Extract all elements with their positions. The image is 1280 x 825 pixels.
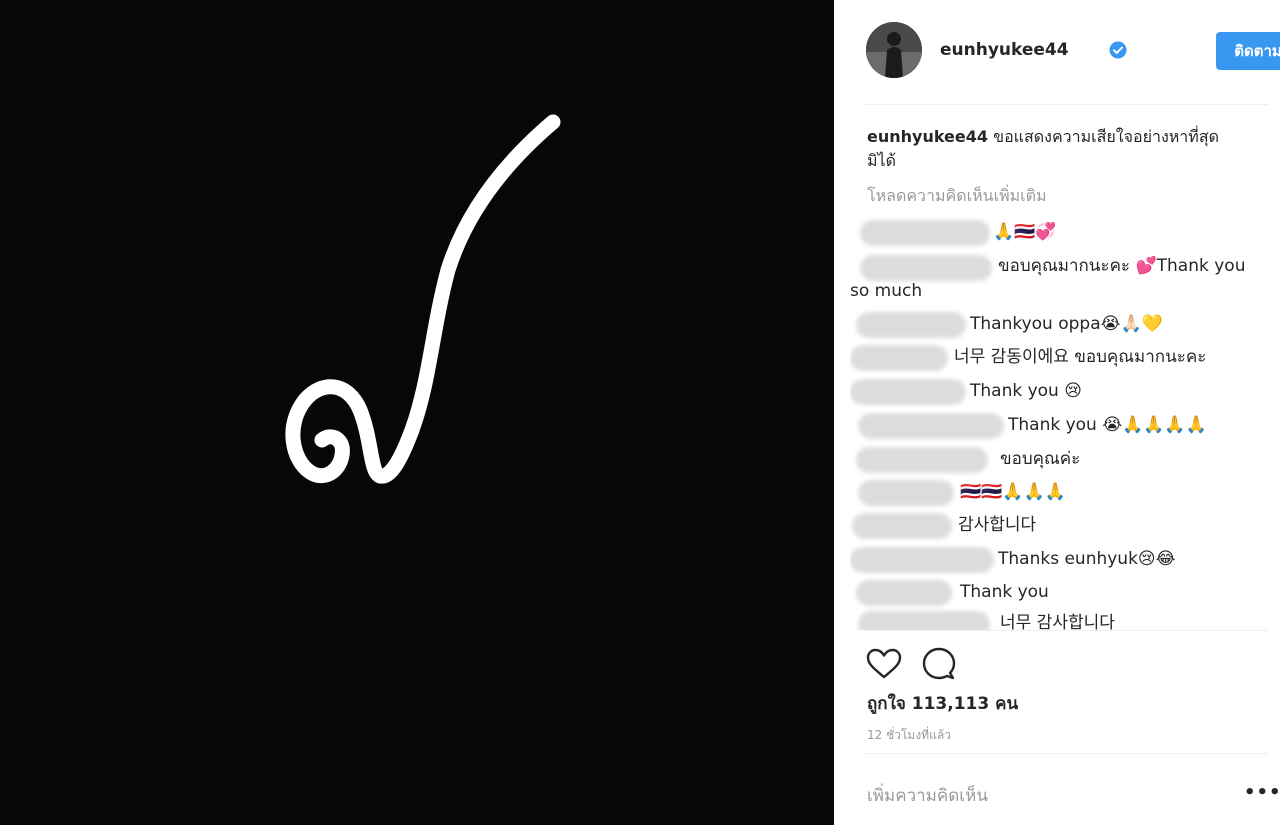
verified-badge-icon <box>1109 41 1127 59</box>
blurred-commenter-name <box>850 345 948 371</box>
heart-icon[interactable] <box>866 648 902 680</box>
likes-count[interactable]: ถูกใจ 113,113 คน <box>867 690 1018 717</box>
comment-icon[interactable] <box>922 647 956 681</box>
post-timestamp[interactable]: 12 ชั่วโมงที่แล้ว <box>867 726 951 745</box>
blurred-commenter-name <box>856 580 952 606</box>
comment-text: Thankyou oppa😭🙏🏻💛 <box>970 314 1163 334</box>
action-bar <box>866 646 986 680</box>
comment-text: ขอบคุณมากนะคะ 💕Thank you so much <box>850 256 1246 301</box>
avatar[interactable] <box>866 22 922 78</box>
comments-divider <box>866 630 1268 631</box>
comment-text: Thank you <box>960 582 1049 602</box>
add-comment-input[interactable]: เพิ่มความคิดเห็น <box>867 782 988 809</box>
blurred-commenter-name <box>850 379 966 405</box>
post-sidebar: eunhyukee44 ติดตาม eunhyukee44 ขอแสดงควา… <box>834 0 1280 825</box>
blurred-commenter-name <box>856 447 988 473</box>
comment-text: 🙏🇹🇭💞 <box>993 222 1057 242</box>
post-header: eunhyukee44 ติดตาม <box>866 22 1280 82</box>
blurred-commenter-name <box>850 547 994 573</box>
blurred-commenter-name <box>858 611 990 630</box>
header-divider <box>866 104 1268 105</box>
blurred-commenter-name <box>860 220 990 246</box>
comment-text: 너무 감동이에요 ขอบคุณมากนะคะ <box>954 347 1207 367</box>
load-more-comments-link[interactable]: โหลดความคิดเห็นเพิ่มเติม <box>867 184 1047 209</box>
comment-text: Thank you 😭🙏🙏🙏🙏 <box>1008 415 1207 435</box>
follow-button[interactable]: ติดตาม <box>1216 32 1280 70</box>
post-image[interactable]: ๙ <box>0 0 834 825</box>
blurred-commenter-name <box>858 413 1004 439</box>
blurred-commenter-name <box>858 480 954 506</box>
thai-numeral-nine-drawing <box>285 114 561 484</box>
comment-text: 감사합니다 <box>958 515 1037 535</box>
post-caption: eunhyukee44 ขอแสดงความเสียใจอย่างหาที่สุ… <box>867 125 1247 173</box>
comment-text: Thanks eunhyuk😢😂 <box>998 549 1176 569</box>
more-options-icon[interactable]: ••• <box>1244 782 1280 803</box>
caption-username[interactable]: eunhyukee44 <box>867 127 988 146</box>
comments-list[interactable]: 🙏🇹🇭💞 ขอบคุณมากนะคะ 💕Thank you so much Th… <box>850 214 1270 630</box>
blurred-commenter-name <box>852 513 952 539</box>
username-link[interactable]: eunhyukee44 <box>940 40 1069 60</box>
comment-text: ขอบคุณค่ะ <box>1000 449 1081 469</box>
comment-text: 너무 감사합니다 <box>1000 613 1115 630</box>
blurred-commenter-name <box>856 312 966 338</box>
comment-text: Thank you 😢 <box>970 381 1082 401</box>
comment-text: 🇹🇭🇹🇭🙏🙏🙏 <box>960 482 1066 502</box>
avatar-image <box>866 22 922 78</box>
footer-divider <box>866 753 1268 754</box>
